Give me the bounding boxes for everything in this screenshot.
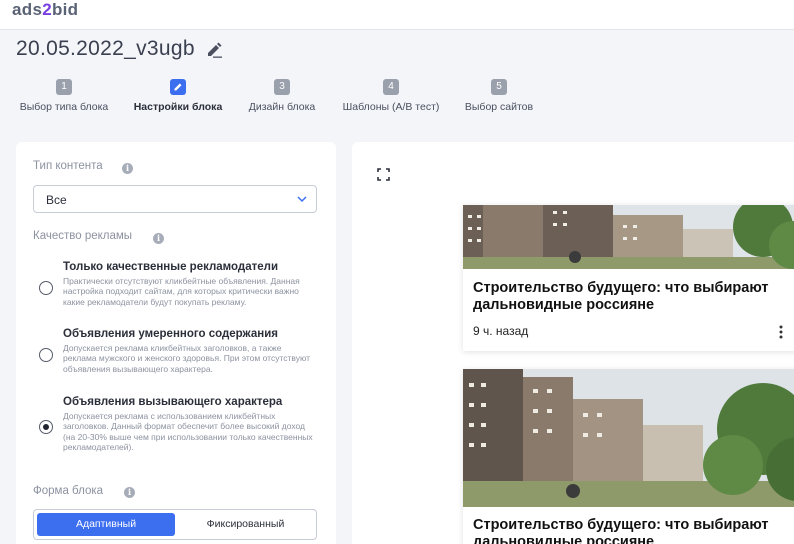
content-type-value: Все <box>46 193 67 207</box>
radio-button[interactable] <box>39 348 53 362</box>
content-type-select[interactable]: Все <box>33 185 317 213</box>
step-label: Дизайн блока <box>248 101 316 113</box>
radio-moderate[interactable]: Объявления умеренного содержания Допуска… <box>33 328 323 388</box>
step-label: Выбор сайтов <box>464 101 534 113</box>
step-number: 3 <box>274 79 290 95</box>
step-block-settings[interactable]: Настройки блока <box>132 79 224 113</box>
radio-quality-only[interactable]: Только качественные рекламодатели Практи… <box>33 261 323 321</box>
logo[interactable]: ads2bid <box>12 0 78 20</box>
ad-time: 9 ч. назад <box>473 324 529 338</box>
step-number: 1 <box>56 79 72 95</box>
info-icon[interactable]: i <box>153 233 164 244</box>
settings-panel: Тип контента i Все Качество рекламы i То… <box>16 142 336 544</box>
radio-title: Только качественные рекламодатели <box>63 261 279 273</box>
step-label: Выбор типа блока <box>19 101 109 113</box>
more-vertical-icon[interactable] <box>779 325 783 339</box>
step-label: Шаблоны (A/B тест) <box>342 101 440 113</box>
ad-image[interactable] <box>463 369 794 507</box>
content-type-label: Тип контента <box>33 160 103 172</box>
preview-panel: Строительство будущего: что выбирают дал… <box>352 142 794 544</box>
ad-image[interactable] <box>463 205 794 269</box>
radio-description: Допускается реклама кликбейтных заголовк… <box>63 343 311 374</box>
block-form-toggle: Адаптивный Фиксированный <box>33 509 317 540</box>
logo-text-right: bid <box>51 0 79 19</box>
radio-button[interactable] <box>39 281 53 295</box>
radio-description: Практически отсутствуют кликбейтные объя… <box>63 276 300 307</box>
step-number: 5 <box>491 79 507 95</box>
ad-card[interactable]: Строительство будущего: что выбирают дал… <box>463 369 794 544</box>
ad-card[interactable]: Строительство будущего: что выбирают дал… <box>463 205 794 351</box>
ad-title[interactable]: Строительство будущего: что выбирают дал… <box>473 517 793 544</box>
logo-text-mid: 2 <box>42 0 52 19</box>
info-icon[interactable]: i <box>122 163 133 174</box>
pencil-icon[interactable] <box>205 42 223 58</box>
top-bar: ads2bid <box>0 0 794 30</box>
step-block-type[interactable]: 1 Выбор типа блока <box>16 79 112 113</box>
radio-provocative[interactable]: Объявления вызывающего характера Допуска… <box>33 396 323 466</box>
wizard-steps: 1 Выбор типа блока Настройки блока 3 Диз… <box>0 79 560 119</box>
page-title: 20.05.2022_v3ugb <box>16 37 195 60</box>
radio-description: Допускается реклама с использованием кли… <box>63 411 313 453</box>
step-templates[interactable]: 4 Шаблоны (A/B тест) <box>340 79 442 113</box>
fixed-button[interactable]: Фиксированный <box>177 513 314 536</box>
chevron-down-icon <box>297 196 307 203</box>
ad-title[interactable]: Строительство будущего: что выбирают дал… <box>473 280 793 314</box>
step-label: Настройки блока <box>133 101 223 113</box>
ad-quality-label: Качество рекламы <box>33 230 133 242</box>
info-icon[interactable]: i <box>124 487 135 498</box>
radio-title: Объявления умеренного содержания <box>63 328 278 340</box>
block-form-label: Форма блока <box>33 485 104 497</box>
step-block-design[interactable]: 3 Дизайн блока <box>244 79 320 113</box>
step-site-selection[interactable]: 5 Выбор сайтов <box>462 79 536 113</box>
radio-button[interactable] <box>39 420 53 434</box>
logo-text-left: ads <box>12 0 43 19</box>
adaptive-button[interactable]: Адаптивный <box>37 513 175 536</box>
expand-icon[interactable] <box>377 168 390 181</box>
radio-title: Объявления вызывающего характера <box>63 396 283 408</box>
pencil-step-icon <box>170 79 186 95</box>
step-number: 4 <box>383 79 399 95</box>
